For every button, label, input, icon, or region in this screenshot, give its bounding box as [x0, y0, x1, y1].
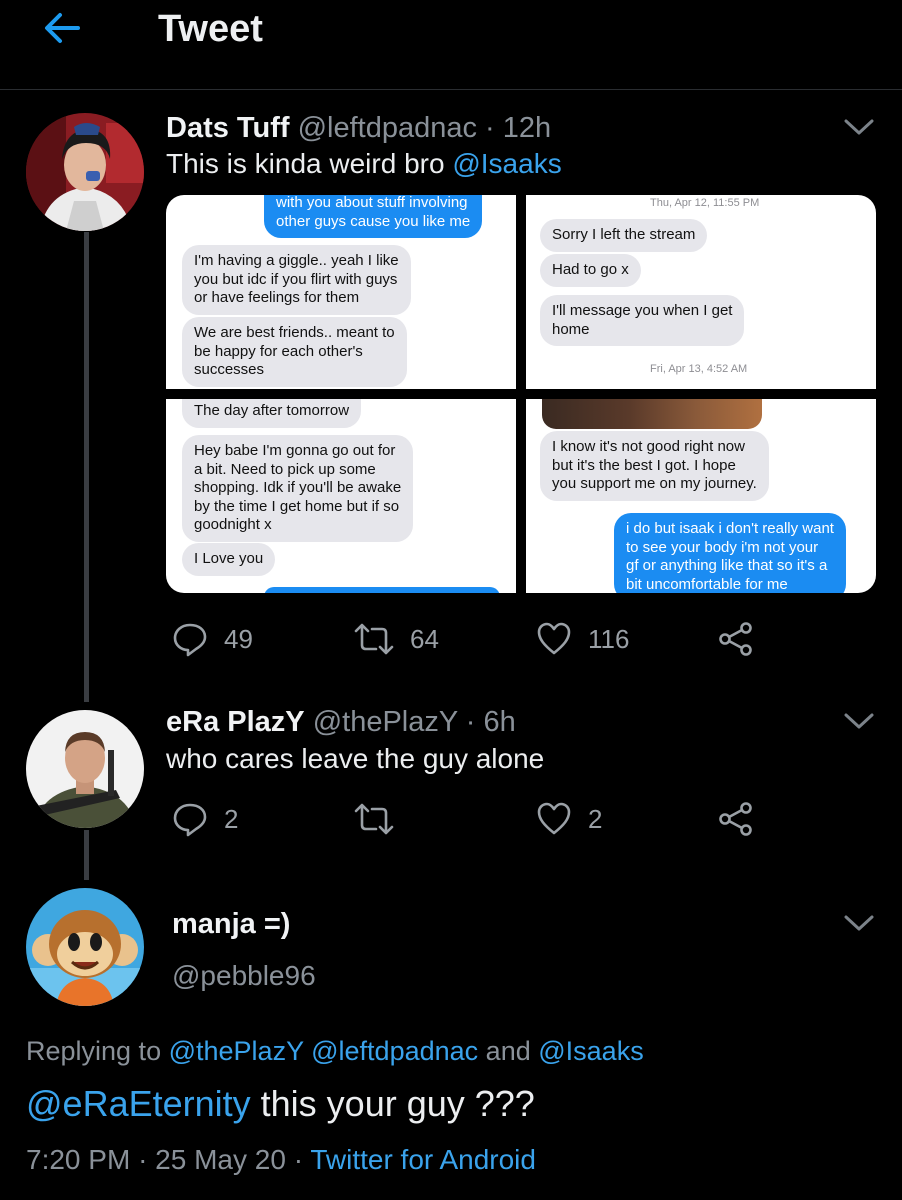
tweet-time: 7:20 PM	[26, 1144, 131, 1175]
tweet-text: this your guy ???	[260, 1083, 535, 1124]
message-bubble: Hey babe I'm gonna go out for a bit. Nee…	[182, 435, 414, 542]
message-bubble: The day after tomorrow	[182, 399, 362, 428]
author-name[interactable]: manja =)	[172, 908, 290, 940]
reply-icon	[173, 623, 207, 657]
reply-count: 2	[224, 803, 239, 834]
mention-link[interactable]: @Isaaks	[538, 1036, 643, 1066]
chevron-down-icon[interactable]	[842, 116, 876, 138]
media-image-1[interactable]: with you about stuff involving other guy…	[166, 195, 516, 389]
like-button[interactable]: 2	[536, 797, 602, 841]
main-author-name-row: manja =)	[172, 908, 290, 941]
reply-button[interactable]: 49	[172, 617, 253, 661]
media-image-2[interactable]: Thu, Apr 12, 11:55 PM Sorry I left the s…	[526, 195, 876, 389]
meta-separator: ·	[138, 1144, 148, 1175]
message-bubble: i do but isaak i don't really want to se…	[614, 513, 846, 593]
like-count: 2	[588, 803, 603, 834]
retweet-count: 64	[410, 623, 439, 654]
mention-link[interactable]: @leftdpadnac	[311, 1036, 478, 1066]
message-bubble: I'm having a giggle.. yeah I like you bu…	[182, 245, 411, 315]
tweet-source-link[interactable]: Twitter for Android	[310, 1144, 536, 1175]
media-image-3[interactable]: The day after tomorrow Hey babe I'm gonn…	[166, 399, 516, 593]
main-tweet-body: @eRaEternity this your guy ???	[26, 1083, 535, 1125]
reply-icon	[173, 803, 207, 837]
tweet-body: This is kinda weird bro @Isaaks	[166, 148, 562, 180]
back-arrow-icon[interactable]	[40, 8, 84, 48]
message-bubble: We are best friends.. meant to be happy …	[182, 317, 407, 387]
tweet-body: who cares leave the guy alone	[166, 743, 545, 774]
message-bubble-edge	[264, 587, 500, 593]
like-count: 116	[588, 623, 630, 654]
message-timestamp: Fri, Apr 13, 4:52 AM	[650, 363, 748, 375]
tweet2-actions: 2 2	[0, 797, 902, 841]
message-bubble: I know it's not good right now but it's …	[540, 431, 769, 501]
author-name[interactable]: Dats Tuff	[166, 112, 290, 144]
message-bubble: with you about stuff involving other guy…	[264, 195, 483, 238]
message-timestamp: Thu, Apr 12, 11:55 PM	[650, 197, 760, 209]
tweet-timestamp-line: 7:20 PM · 25 May 20 · Twitter for Androi…	[26, 1144, 536, 1176]
avatar-manja[interactable]	[26, 888, 144, 1006]
author-name[interactable]: eRa PlazY	[166, 706, 305, 738]
retweet-icon	[354, 803, 394, 835]
retweet-icon	[354, 623, 394, 655]
message-bubble: I Love you	[182, 543, 276, 576]
tweet-text: This is kinda weird bro	[166, 148, 445, 179]
share-icon	[719, 622, 752, 656]
replying-to-line: Replying to @thePlazY @leftdpadnac and @…	[26, 1036, 644, 1067]
meta-separator: ·	[465, 706, 476, 738]
author-handle[interactable]: @leftdpadnac	[298, 112, 477, 144]
mention-link[interactable]: @eRaEternity	[26, 1083, 251, 1124]
tweet1-header: Dats Tuff @leftdpadnac · 12h	[166, 112, 551, 145]
tweet1-actions: 49 64 116	[0, 617, 902, 661]
tweet-date: 25 May 20	[155, 1144, 286, 1175]
media-grid[interactable]: with you about stuff involving other guy…	[166, 195, 876, 593]
author-handle[interactable]: @pebble96	[172, 960, 316, 992]
page-title: Tweet	[158, 8, 263, 50]
replying-to-and: and	[485, 1036, 531, 1066]
share-button[interactable]	[718, 797, 754, 841]
top-app-bar: Tweet	[0, 0, 902, 90]
shared-photo	[542, 399, 762, 429]
share-button[interactable]	[718, 617, 754, 661]
like-button[interactable]: 116	[536, 617, 629, 661]
chevron-down-icon[interactable]	[842, 710, 876, 732]
share-icon	[719, 802, 752, 836]
replying-to-label: Replying to	[26, 1036, 162, 1066]
retweet-button[interactable]	[354, 797, 410, 841]
tweet2-header: eRa PlazY @thePlazY · 6h	[166, 706, 516, 739]
chevron-down-icon[interactable]	[842, 912, 876, 934]
heart-icon	[537, 622, 571, 655]
message-bubble: Had to go x	[540, 254, 641, 287]
reply-button[interactable]: 2	[172, 797, 238, 841]
heart-icon	[537, 802, 571, 835]
meta-separator: ·	[293, 1144, 304, 1175]
author-handle[interactable]: @thePlazY	[313, 706, 458, 738]
media-image-4[interactable]: I know it's not good right now but it's …	[526, 399, 876, 593]
retweet-button[interactable]: 64	[354, 617, 439, 661]
mention-link[interactable]: @Isaaks	[452, 148, 561, 179]
mention-link[interactable]: @thePlazY	[169, 1036, 304, 1066]
meta-separator: ·	[485, 112, 495, 144]
tweet-time: 12h	[502, 112, 552, 144]
message-bubble: I'll message you when I get home	[540, 295, 745, 346]
tweet-time: 6h	[483, 706, 516, 738]
reply-count: 49	[224, 623, 253, 654]
message-bubble: Sorry I left the stream	[540, 219, 708, 252]
avatar-dats-tuff[interactable]	[26, 113, 144, 231]
